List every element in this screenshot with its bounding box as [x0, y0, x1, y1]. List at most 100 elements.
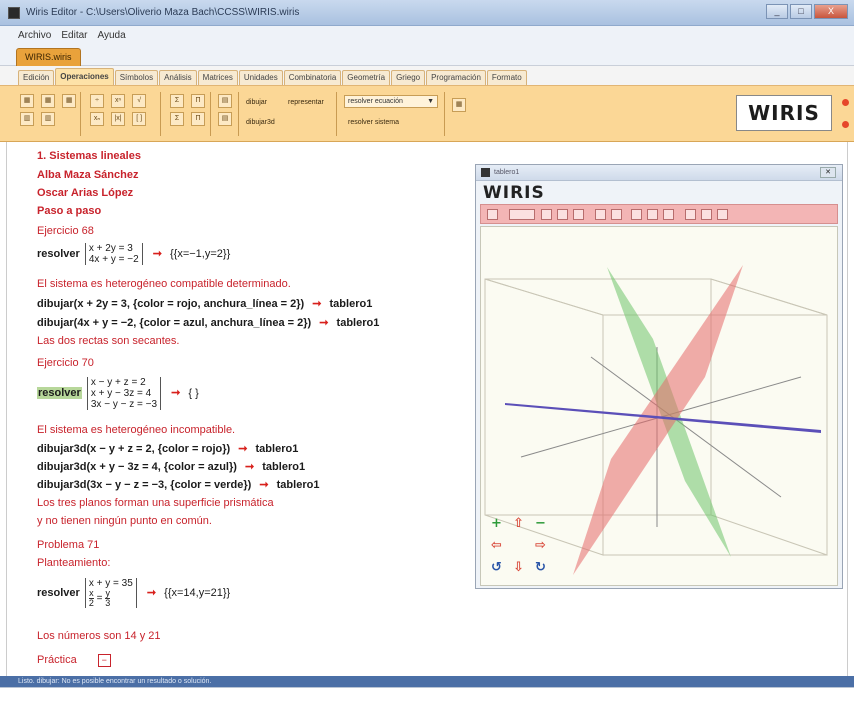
- practice-line: Práctica −: [37, 654, 111, 667]
- result-arrow-icon: ➞: [146, 586, 157, 599]
- draw3d-line-2[interactable]: dibujar3d(x + y − 3z = 4, {color = azul}…: [37, 460, 305, 473]
- prism-text-2: y no tienen ningún punto en común.: [37, 515, 212, 527]
- draw-expression: dibujar(4x + y = −2, {color = azul, anch…: [37, 317, 312, 329]
- move-right-icon[interactable]: ⇨: [535, 538, 546, 553]
- grid-icon[interactable]: ▤: [218, 94, 232, 108]
- tab-simbolos[interactable]: Símbolos: [114, 70, 159, 85]
- matrix2-icon[interactable]: ▦: [41, 94, 56, 108]
- file-tab[interactable]: WIRIS.wiris: [16, 48, 81, 66]
- prism-text-1: Los tres planos forman una superficie pr…: [37, 497, 274, 509]
- grid-toggle-icon[interactable]: [701, 209, 712, 220]
- sum-icon[interactable]: Σ: [170, 94, 184, 108]
- tab-matrices[interactable]: Matrices: [197, 70, 238, 85]
- tab-edicion[interactable]: Edición: [18, 70, 55, 85]
- represent-command[interactable]: representar: [288, 99, 324, 106]
- axes-icon[interactable]: [685, 209, 696, 220]
- table-icon[interactable]: ▦: [452, 98, 466, 112]
- sphere-tool-icon[interactable]: [647, 209, 658, 220]
- toolbar-separator: [210, 92, 211, 136]
- result-71: {{x=14,y=21}}: [164, 586, 231, 599]
- view-toggle-icon[interactable]: [509, 209, 535, 220]
- matrix3-icon[interactable]: ▦: [62, 94, 77, 108]
- plane-tool-icon[interactable]: [631, 209, 642, 220]
- draw-command[interactable]: dibujar: [246, 99, 267, 106]
- line-tool-icon[interactable]: [611, 209, 622, 220]
- vector-icon[interactable]: ▥: [20, 112, 34, 126]
- tab-operaciones[interactable]: Operaciones: [55, 68, 114, 85]
- solve-68[interactable]: resolver x + 2y = 3 4x + y = −2 ➞ {{x=−1…: [37, 243, 230, 265]
- sum2-icon[interactable]: Σ: [170, 112, 184, 126]
- fraction-icon[interactable]: ÷: [90, 94, 104, 108]
- solve-equation-combo[interactable]: resolver ecuación ▼: [344, 95, 438, 108]
- zoom-in-icon[interactable]: [541, 209, 552, 220]
- navigation-controls[interactable]: + ⇧ − ⇦ ⇨ ↺ ⇩ ↻: [491, 516, 546, 575]
- grid2-icon[interactable]: ▤: [218, 112, 232, 126]
- tab-combinatoria[interactable]: Combinatoria: [283, 70, 342, 85]
- move-down-icon[interactable]: ⇩: [513, 560, 524, 575]
- zoom-minus-icon[interactable]: −: [535, 516, 546, 531]
- vector2-icon[interactable]: ▥: [41, 112, 56, 126]
- result-arrow-icon: ➞: [152, 247, 162, 260]
- graph-window-titlebar[interactable]: tablero1: [476, 165, 842, 181]
- zoom-plus-icon[interactable]: +: [491, 516, 502, 531]
- draw3d-line-3[interactable]: dibujar3d(3x − y − z = −3, {color = verd…: [37, 478, 319, 491]
- input-panel[interactable]: [0, 687, 854, 722]
- move-up-icon[interactable]: ⇧: [513, 516, 524, 531]
- menu-editar[interactable]: Editar: [61, 30, 87, 41]
- product2-icon[interactable]: Π: [191, 112, 206, 126]
- menu-ayuda[interactable]: Ayuda: [97, 30, 125, 41]
- subscript-icon[interactable]: xₙ: [90, 112, 104, 126]
- product-icon[interactable]: Π: [191, 94, 206, 108]
- matrix-icon[interactable]: ▦: [20, 94, 34, 108]
- plan-label: Planteamiento:: [37, 557, 111, 569]
- system-matrix-71: x + y = 35 x 2 = y 3: [84, 578, 137, 608]
- tab-geometria[interactable]: Geometría: [342, 70, 391, 85]
- rotate-right-icon[interactable]: ↻: [535, 560, 546, 575]
- graph-window[interactable]: tablero1 ✕ WIRIS + ⇧ − ⇦ ⇨ ↺ ⇩ ↻: [475, 164, 843, 589]
- text-tool-icon[interactable]: [663, 209, 674, 220]
- toolbar-separator: [444, 92, 445, 136]
- graph-app-icon: [481, 168, 490, 177]
- solve-71[interactable]: resolver x + y = 35 x 2 = y 3 ➞ {{x=14,y…: [37, 578, 230, 608]
- move-left-icon[interactable]: ⇦: [491, 538, 502, 553]
- tab-unidades[interactable]: Unidades: [238, 70, 283, 85]
- box-toggle-icon[interactable]: [717, 209, 728, 220]
- tab-formato[interactable]: Formato: [486, 70, 527, 85]
- brackets-icon[interactable]: [ ]: [132, 112, 147, 126]
- tab-programacion[interactable]: Programación: [426, 70, 486, 85]
- select-icon[interactable]: [487, 209, 498, 220]
- secant-text: Las dos rectas son secantes.: [37, 335, 180, 347]
- draw3d-line-1[interactable]: dibujar3d(x − y + z = 2, {color = rojo})…: [37, 442, 298, 455]
- abs-icon[interactable]: |x|: [111, 112, 126, 126]
- toolbar-separator: [160, 92, 161, 136]
- file-tab-bar: WIRIS.wiris: [0, 44, 854, 66]
- fraction-denominator: 2: [88, 598, 94, 608]
- solve-70[interactable]: resolver x − y + z = 2 x + y − 3z = 4 3x…: [37, 377, 199, 410]
- equation-row: 3x − y − z = −3: [90, 399, 158, 410]
- zoom-out-icon[interactable]: [557, 209, 568, 220]
- operations-toolbar: ▦ ▦ ▦ ▥ ▥ ÷ xⁿ √ xₙ |x| [ ] Σ Π Σ Π ▤ ▤ …: [0, 86, 854, 142]
- draw-line-1[interactable]: dibujar(x + 2y = 3, {color = rojo, anchu…: [37, 297, 372, 310]
- expand-icon[interactable]: −: [97, 654, 111, 667]
- graph-wiris-logo: WIRIS: [483, 183, 545, 203]
- 3d-plot[interactable]: + ⇧ − ⇦ ⇨ ↺ ⇩ ↻: [481, 227, 837, 585]
- point-icon[interactable]: [595, 209, 606, 220]
- minimize-button[interactable]: _: [766, 4, 788, 19]
- graph-3d-canvas[interactable]: + ⇧ − ⇦ ⇨ ↺ ⇩ ↻: [480, 226, 838, 586]
- toolbar-separator: [80, 92, 81, 136]
- tab-analisis[interactable]: Análisis: [159, 70, 197, 85]
- graph-close-button[interactable]: ✕: [820, 167, 836, 178]
- solve-system-command[interactable]: resolver sistema: [348, 119, 399, 126]
- power-icon[interactable]: xⁿ: [111, 94, 126, 108]
- draw3d-command[interactable]: dibujar3d: [246, 119, 275, 126]
- result-arrow-icon: ➞: [238, 443, 248, 455]
- maximize-button[interactable]: □: [790, 4, 812, 19]
- close-button[interactable]: X: [814, 4, 848, 19]
- solve-equation-label: resolver ecuación: [348, 98, 403, 105]
- root-icon[interactable]: √: [132, 94, 147, 108]
- rotate-left-icon[interactable]: ↺: [491, 560, 502, 575]
- fit-icon[interactable]: [573, 209, 584, 220]
- menu-archivo[interactable]: Archivo: [18, 30, 51, 41]
- draw-line-2[interactable]: dibujar(4x + y = −2, {color = azul, anch…: [37, 316, 379, 329]
- tab-griego[interactable]: Griego: [391, 70, 426, 85]
